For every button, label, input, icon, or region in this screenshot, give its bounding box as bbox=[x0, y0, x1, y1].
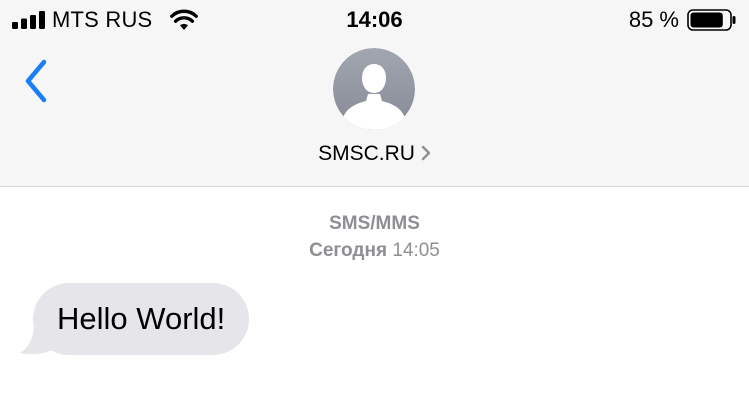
status-bar: MTS RUS 14:06 85 % bbox=[0, 0, 749, 42]
timestamp-time: 14:05 bbox=[392, 240, 440, 261]
message-service-label: SMS/MMS bbox=[329, 213, 420, 234]
contact-name-button[interactable]: SMSC.RU bbox=[0, 140, 749, 168]
conversation-header: MTS RUS 14:06 85 % SMSC.RU bbox=[0, 0, 749, 187]
person-silhouette-icon bbox=[333, 48, 415, 130]
back-button[interactable] bbox=[18, 56, 58, 106]
chevron-right-icon bbox=[421, 146, 431, 161]
battery-icon bbox=[687, 9, 736, 31]
contact-name: SMSC.RU bbox=[318, 142, 415, 165]
messages-screen: MTS RUS 14:06 85 % SMSC.RU SMS/MMS Сегод… bbox=[0, 0, 749, 419]
timestamp-day: Сегодня bbox=[309, 240, 388, 261]
battery-level-fill bbox=[690, 12, 723, 28]
incoming-message-bubble[interactable]: Hello World! bbox=[33, 283, 250, 355]
contact-avatar[interactable] bbox=[333, 48, 415, 130]
battery-percent: 85 % bbox=[628, 7, 679, 32]
message-timestamp: Сегодня 14:05 bbox=[0, 239, 749, 263]
chevron-left-icon bbox=[25, 59, 47, 103]
